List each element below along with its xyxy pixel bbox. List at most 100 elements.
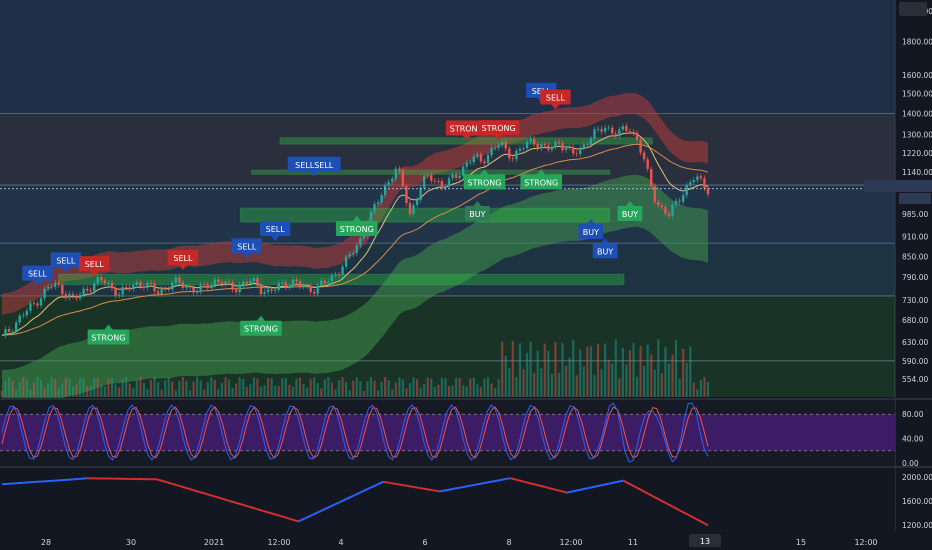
macd-line-segment bbox=[503, 477, 511, 481]
candle-body bbox=[103, 280, 107, 284]
candle-body bbox=[383, 184, 387, 196]
candle-body bbox=[220, 281, 224, 285]
candle-body bbox=[185, 286, 188, 288]
candle-body bbox=[529, 138, 532, 142]
candle-body bbox=[117, 294, 121, 296]
candle-body bbox=[231, 282, 234, 290]
signal-label: BUY bbox=[597, 247, 613, 256]
candle-body bbox=[490, 147, 493, 156]
volume-bar bbox=[554, 342, 557, 397]
volume-bar bbox=[564, 365, 568, 397]
candle-body bbox=[313, 291, 316, 294]
candle-body bbox=[163, 288, 167, 290]
volume-bar bbox=[167, 377, 170, 397]
volume-bar bbox=[384, 377, 387, 397]
volume-bar bbox=[462, 385, 465, 397]
volume-bar bbox=[540, 368, 543, 397]
candle-body bbox=[139, 281, 142, 287]
volume-bar bbox=[334, 389, 337, 397]
candle-body bbox=[692, 180, 696, 183]
candle-body bbox=[646, 159, 649, 169]
time-axis-tick: 6 bbox=[422, 538, 427, 547]
countdown-box bbox=[899, 193, 931, 204]
volume-bar bbox=[259, 386, 263, 397]
time-axis-tick: 12:00 bbox=[559, 538, 582, 547]
volume-bar bbox=[327, 377, 330, 397]
time-axis-tick: 12:00 bbox=[267, 538, 290, 547]
price-axis-tick: 1800.00 bbox=[902, 37, 932, 46]
volume-bar bbox=[121, 378, 124, 397]
volume-bar bbox=[75, 384, 78, 397]
candle-body bbox=[561, 143, 564, 151]
candle-body bbox=[61, 285, 64, 295]
candle-body bbox=[203, 284, 206, 286]
volume-bar bbox=[29, 389, 32, 397]
candle-body bbox=[408, 203, 412, 214]
volume-bar bbox=[511, 341, 514, 397]
macd-line-segment bbox=[390, 482, 398, 486]
signal-label: SELL bbox=[56, 256, 76, 265]
macd-axis-tick: 1600.00 bbox=[902, 497, 932, 506]
volume-bar bbox=[479, 387, 483, 397]
candle-body bbox=[433, 180, 437, 182]
volume-bar bbox=[50, 377, 53, 397]
candle-body bbox=[525, 141, 529, 149]
candle-body bbox=[657, 201, 660, 206]
candle-body bbox=[447, 178, 451, 187]
support-resistance-zone bbox=[239, 207, 611, 223]
candle-body bbox=[628, 131, 632, 132]
volume-bar bbox=[366, 381, 369, 397]
candle-body bbox=[554, 141, 557, 147]
price-axis-tick: 790.00 bbox=[902, 273, 928, 282]
candle-body bbox=[593, 129, 596, 139]
candle-body bbox=[458, 175, 461, 178]
candle-body bbox=[29, 303, 32, 311]
candle-body bbox=[469, 162, 472, 164]
volume-bar bbox=[15, 390, 18, 397]
volume-bar bbox=[274, 385, 277, 397]
volume-bar bbox=[93, 378, 96, 397]
signal-label: STRONG bbox=[524, 178, 558, 187]
volume-bar bbox=[696, 389, 699, 397]
signal-label: STRONG bbox=[467, 178, 501, 187]
candle-body bbox=[632, 131, 635, 133]
candle-body bbox=[284, 282, 288, 288]
candle-body bbox=[394, 168, 397, 179]
volume-bar bbox=[18, 381, 21, 397]
volume-bar bbox=[458, 377, 461, 397]
candle-body bbox=[277, 282, 280, 290]
ethusd-chart[interactable]: SELLSELL SELLSELLSELLSELLSELLSELLSTRONGST… bbox=[0, 0, 932, 550]
macd-line-segment bbox=[425, 488, 433, 492]
candle-body bbox=[611, 127, 614, 134]
volume-bar bbox=[415, 379, 419, 397]
volume-bar bbox=[455, 378, 458, 397]
volume-bar bbox=[401, 379, 404, 397]
volume-bar bbox=[607, 359, 610, 397]
candle-body bbox=[373, 204, 376, 212]
candle-body bbox=[334, 274, 337, 276]
time-axis-tick: 12:00 bbox=[854, 538, 877, 547]
candle-body bbox=[273, 289, 277, 291]
volume-bar bbox=[149, 379, 153, 397]
candle-body bbox=[564, 147, 568, 151]
time-axis-tick: 4 bbox=[338, 538, 343, 547]
candle-body bbox=[68, 294, 71, 298]
macd-bg bbox=[0, 468, 895, 531]
candle-body bbox=[266, 289, 270, 293]
candle-body bbox=[660, 205, 664, 208]
candle-body bbox=[589, 138, 593, 146]
volume-bar bbox=[36, 377, 39, 397]
volume-bar bbox=[522, 369, 525, 397]
time-cursor-label: 13 bbox=[700, 537, 710, 546]
candle-body bbox=[107, 282, 110, 284]
candle-body bbox=[54, 282, 57, 287]
volume-bar bbox=[632, 342, 635, 397]
signal-label: STRONG bbox=[340, 225, 374, 234]
candle-body bbox=[43, 288, 46, 299]
signal-label: STRONG bbox=[482, 124, 516, 133]
candle-body bbox=[412, 205, 415, 214]
volume-bar bbox=[263, 385, 266, 397]
candle-body bbox=[323, 280, 327, 284]
volume-bar bbox=[231, 388, 234, 397]
candle-body bbox=[309, 285, 312, 292]
